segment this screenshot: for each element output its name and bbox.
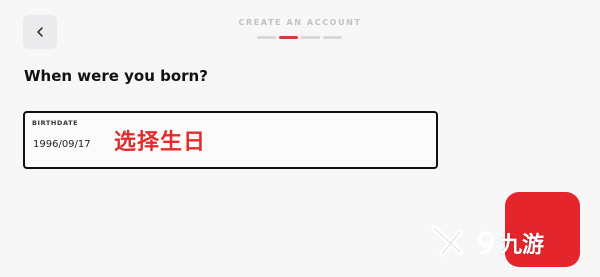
step-progress-indicator [257,36,342,39]
question-heading: When were you born? [24,67,208,85]
progress-step-2 [279,36,298,39]
birthdate-field[interactable]: BIRTHDATE 1996/09/17 [23,111,438,169]
chevron-left-icon [37,27,43,37]
birthdate-value[interactable]: 1996/09/17 [33,139,91,150]
nine-glyph-icon [478,231,494,255]
progress-step-3 [301,36,320,39]
watermark-text: 九游 [500,233,545,258]
birthdate-label: BIRTHDATE [32,119,79,127]
progress-step-1 [257,36,276,39]
watermark: 九游 [430,222,544,264]
9game-logo-icon [431,225,463,257]
progress-step-4 [323,36,342,39]
select-birthday-annotation: 选择生日 [114,130,207,155]
page-header-title: CREATE AN ACCOUNT [238,18,362,27]
